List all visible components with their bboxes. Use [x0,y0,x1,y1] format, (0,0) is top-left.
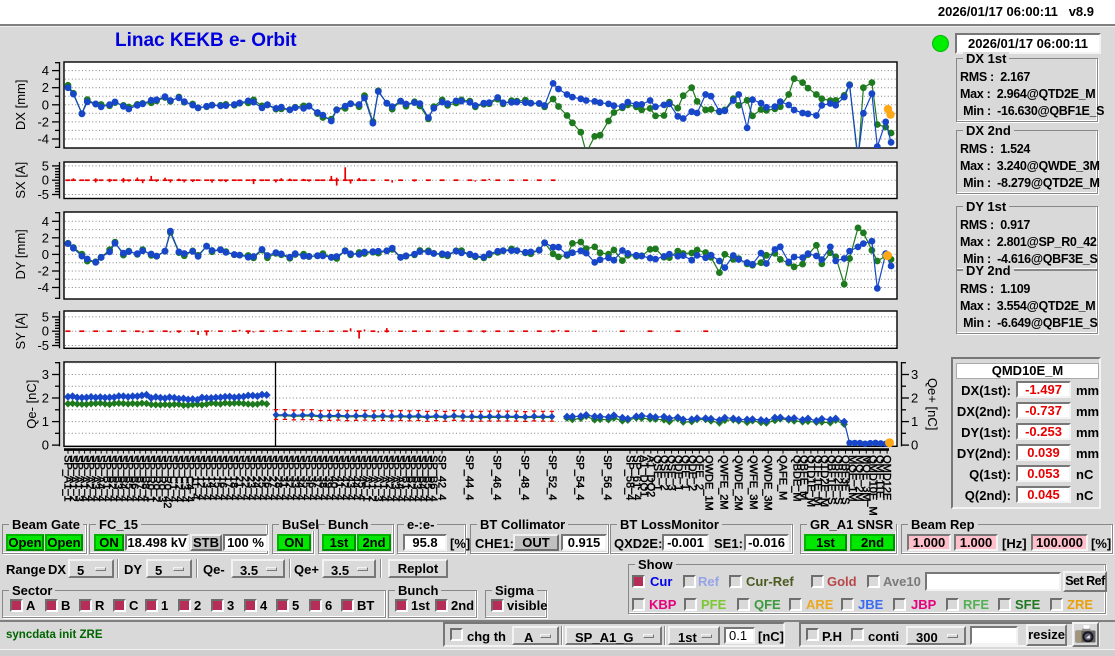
svg-text:SY [A]: SY [A] [13,313,28,350]
svg-text:2: 2 [42,80,49,95]
svg-text:2: 2 [911,391,918,406]
svg-text:DY [mm]: DY [mm] [13,229,28,279]
svg-text:QWDE_3M: QWDE_3M [762,455,774,511]
svg-text:SP_52_4: SP_52_4 [546,455,558,500]
svg-text:4: 4 [42,214,49,229]
svg-text:SP_42_4: SP_42_4 [436,455,448,500]
svg-text:SP_54_4: SP_54_4 [574,455,586,500]
svg-text:0: 0 [42,324,49,339]
svg-text:-5: -5 [37,187,49,202]
svg-text:SP_46_4: SP_46_4 [491,455,503,500]
svg-text:Qe- [nC]: Qe- [nC] [24,380,39,429]
svg-text:1: 1 [42,414,49,429]
svg-text:QWFE_2M: QWFE_2M [717,455,729,509]
svg-text:0: 0 [911,438,918,453]
svg-text:3: 3 [42,367,49,382]
svg-text:Qe+ [nC]: Qe+ [nC] [925,378,940,430]
svg-text:-4: -4 [37,280,49,295]
svg-text:DX [mm]: DX [mm] [13,80,28,131]
svg-text:QAFE_M: QAFE_M [777,455,789,500]
svg-text:SP_56_4: SP_56_4 [601,455,613,500]
svg-text:3: 3 [911,367,918,382]
svg-text:0: 0 [42,438,49,453]
svg-text:-2: -2 [37,114,49,129]
svg-text:2: 2 [42,391,49,406]
svg-text:QWFE_3M: QWFE_3M [747,455,759,509]
svg-text:5: 5 [42,158,49,173]
svg-text:5: 5 [42,309,49,324]
svg-text:0: 0 [42,247,49,262]
svg-text:SP_48_4: SP_48_4 [518,455,530,500]
svg-text:-4: -4 [37,132,49,147]
svg-text:1: 1 [911,414,918,429]
svg-text:QMD12E: QMD12E [881,455,893,500]
svg-text:SX [A]: SX [A] [13,162,28,199]
svg-text:QWDE_2M: QWDE_2M [732,455,744,511]
svg-text:0: 0 [42,173,49,188]
svg-text:QWDE_1M: QWDE_1M [703,455,715,511]
svg-text:-5: -5 [37,338,49,353]
svg-text:2: 2 [42,230,49,245]
svg-text:0: 0 [42,97,49,112]
svg-text:-2: -2 [37,264,49,279]
svg-text:SP_44_4: SP_44_4 [463,455,475,500]
svg-text:4: 4 [42,63,49,78]
